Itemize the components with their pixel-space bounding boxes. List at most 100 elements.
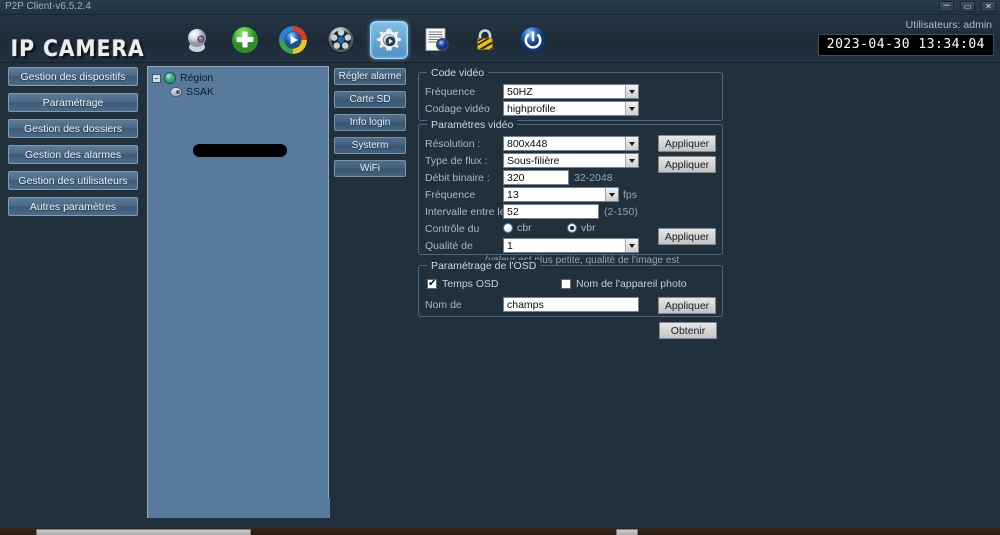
osd-group: Paramétrage de l'OSD Temps OSD Nom de l'… [418,260,723,317]
chevron-down-icon[interactable] [625,137,638,150]
bitrate-range-hint: 32-2048 [574,172,613,184]
frequency-label: Fréquence [425,86,476,98]
bitrate-input[interactable]: 320 [503,170,569,185]
framerate-label: Fréquence [425,189,476,201]
video-code-group: Code vidéo Fréquence 50HZ Codage vidéo h… [418,67,723,173]
apply-osd-button[interactable]: Appliquer [658,297,716,314]
sidebar-item-alarm-management[interactable]: Gestion des alarmes [8,145,138,164]
osd-name-input[interactable]: champs [503,297,639,312]
close-icon: ✕ [985,1,992,11]
application-window: P2P Client-v6.5.2.4 – ▭ ✕ IP CAMERA Util… [0,0,1000,535]
toolbar-camera-button[interactable] [178,21,216,59]
globe-icon [164,72,176,84]
tree-node-device-label: SSAK [186,86,215,98]
framerate-select[interactable]: 13 [503,187,619,202]
encoding-value: highprofile [507,103,556,115]
frequency-select[interactable]: 50HZ [503,84,639,99]
rate-control-cbr-radio[interactable]: cbr [503,222,532,234]
sidebar-item-parameters[interactable]: Paramétrage [8,93,138,112]
minimize-icon: – [943,0,950,11]
maximize-icon: ▭ [963,1,972,11]
toolbar-record-button[interactable] [322,21,360,59]
film-reel-icon [327,26,355,54]
toolbar-power-button[interactable] [514,21,552,59]
quality-value: 1 [507,240,513,252]
taskbar-item-2[interactable] [616,529,638,535]
taskbar-item-1[interactable] [36,529,251,535]
settings-tab-buttons: Régler alarme Carte SD Info login Syster… [334,68,414,183]
osd-camera-name-label: Nom de l'appareil photo [576,278,687,290]
osd-time-label: Temps OSD [442,278,499,290]
toolbar-lock-button[interactable] [466,21,504,59]
bottom-strip [0,518,1000,528]
close-button[interactable]: ✕ [981,1,996,12]
power-icon [519,26,547,54]
camera-icon [188,29,206,52]
toolbar-settings-button[interactable] [370,21,408,59]
tab-system[interactable]: Systerm [334,137,406,154]
osd-camera-name-checkbox[interactable]: Nom de l'appareil photo [561,278,687,290]
tree-node-device[interactable]: SSAK [152,85,328,99]
chevron-down-icon[interactable] [625,102,638,115]
tree-expander-icon[interactable]: − [152,73,161,83]
interval-range-hint: (2-150) [604,206,638,218]
rate-control-label: Contrôle du [425,223,480,235]
chevron-down-icon[interactable] [625,239,638,252]
quality-label: Qualité de [425,240,473,252]
frequency-value: 50HZ [507,86,533,98]
app-header: IP CAMERA Utilisateurs: admin 2023-04-30… [0,15,1000,63]
framerate-value: 13 [507,189,519,201]
settings-gear-icon [376,27,402,52]
osd-legend: Paramétrage de l'OSD [427,260,541,272]
os-taskbar[interactable] [0,528,1000,535]
interval-label: Intervalle entre les [425,206,511,218]
tab-sd-card[interactable]: Carte SD [334,91,406,108]
interval-input[interactable]: 52 [503,204,599,219]
current-user-label: Utilisateurs: admin [905,19,992,31]
title-bar: P2P Client-v6.5.2.4 – ▭ ✕ [0,0,1000,15]
sidebar-item-user-management[interactable]: Gestion des utilisateurs [8,171,138,190]
camera-device-icon [170,87,182,97]
get-settings-button[interactable]: Obtenir [659,322,717,339]
resolution-select[interactable]: 800x448 [503,136,639,151]
main-toolbar [178,21,552,59]
chevron-down-icon[interactable] [625,85,638,98]
stream-type-select[interactable]: Sous-filière [503,153,639,168]
video-params-group: Paramètres vidéo Résolution : 800x448 Ty… [418,119,723,266]
video-code-legend: Code vidéo [427,67,489,79]
sidebar-item-folder-management[interactable]: Gestion des dossiers [8,119,138,138]
checkbox-unchecked-icon [561,279,571,289]
toolbar-add-device-button[interactable] [226,21,264,59]
chevron-down-icon[interactable] [625,154,638,167]
toolbar-playback-button[interactable] [274,21,312,59]
device-tree-panel[interactable]: − Région SSAK [147,66,329,526]
maximize-button[interactable]: ▭ [960,1,975,12]
toolbar-logs-button[interactable] [418,21,456,59]
tab-wifi[interactable]: WiFi [334,160,406,177]
redaction-bar [193,144,287,157]
encoding-select[interactable]: highprofile [503,101,639,116]
checkbox-checked-icon [427,278,437,290]
window-title: P2P Client-v6.5.2.4 [5,1,91,12]
radio-unselected-icon [503,223,513,233]
quality-select[interactable]: 1 [503,238,639,253]
radio-selected-icon [567,223,577,233]
sidebar-item-other-parameters[interactable]: Autres paramètres [8,197,138,216]
osd-time-checkbox[interactable]: Temps OSD [427,278,499,290]
bitrate-label: Débit binaire : [425,172,490,184]
chevron-down-icon[interactable] [605,188,618,201]
tab-login-info[interactable]: Info login [334,114,406,131]
window-controls: – ▭ ✕ [939,0,996,12]
stream-type-label: Type de flux : [425,155,488,167]
tab-alarm-settings[interactable]: Régler alarme [334,68,406,85]
rate-control-vbr-radio[interactable]: vbr [567,222,596,234]
minimize-button[interactable]: – [939,0,954,12]
tree-node-region[interactable]: − Région [152,71,328,85]
rate-control-cbr-label: cbr [517,222,532,234]
stream-type-value: Sous-filière [507,155,560,167]
app-logo-text: IP CAMERA [10,37,145,62]
sidebar-item-device-management[interactable]: Gestion des dispositifs [8,67,138,86]
playback-icon [279,26,307,54]
apply-video-params-top-button[interactable]: Appliquer [658,135,716,152]
apply-video-params-bottom-button[interactable]: Appliquer [658,228,716,245]
